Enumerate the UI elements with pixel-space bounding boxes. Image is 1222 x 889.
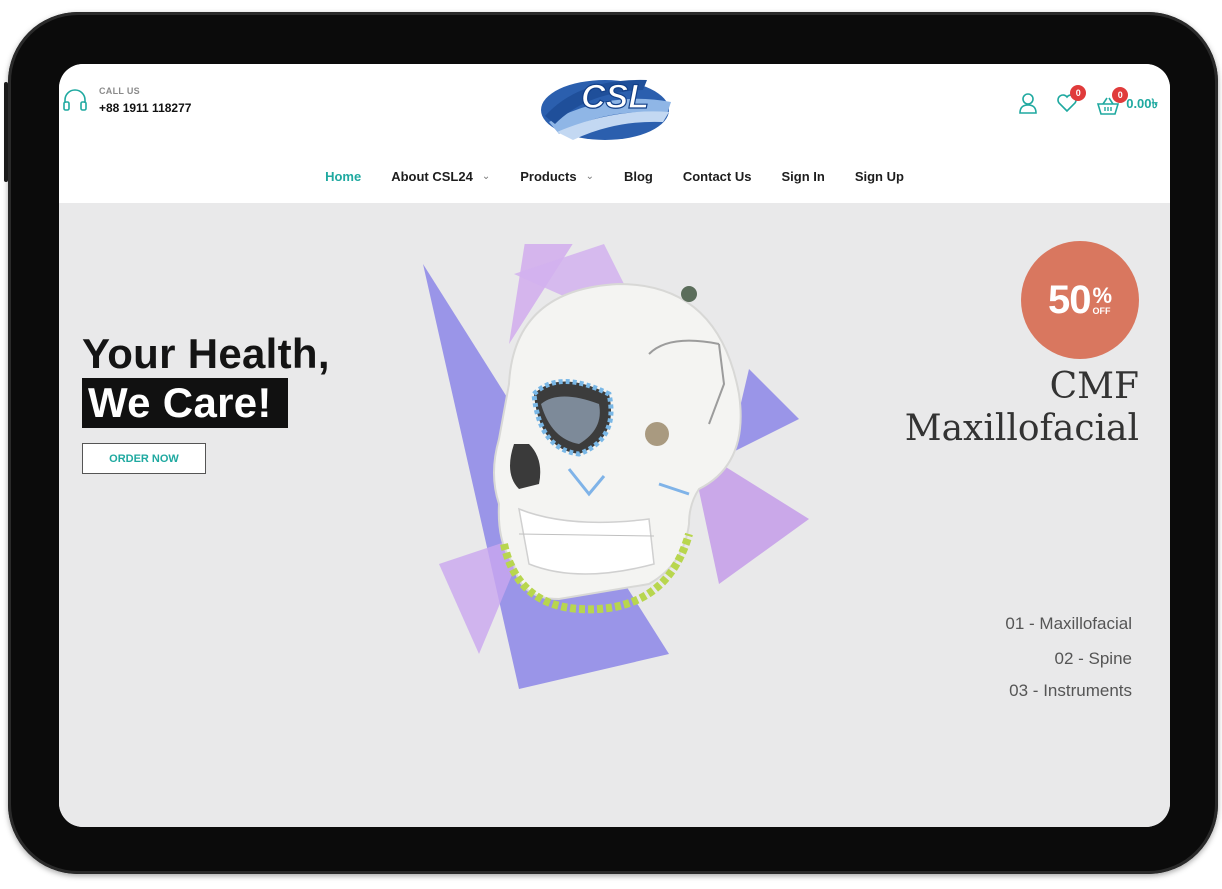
- order-now-button[interactable]: ORDER NOW: [82, 443, 206, 474]
- product-title-line-2: Maxillofacial: [904, 408, 1139, 449]
- category-instruments[interactable]: 03 - Instruments: [1009, 681, 1132, 701]
- nav-sign-up[interactable]: Sign Up: [855, 169, 904, 184]
- skull-implant-illustration: [423, 244, 809, 689]
- csl-logo[interactable]: CSL: [539, 70, 679, 142]
- nav-blog-label: Blog: [623, 169, 653, 184]
- main-nav: Home About CSL24 ⌄ Products ⌄ Blog Contact…: [59, 150, 1170, 203]
- nav-about[interactable]: About CSL24 ⌄: [391, 169, 490, 184]
- discount-badge: 50 % OFF: [1021, 241, 1139, 359]
- top-header: CALL US +88 1911 118277 CSL 0 0 0.00৳: [59, 64, 1170, 151]
- cart-total[interactable]: 0.00৳: [1126, 95, 1158, 116]
- product-title: CMF Maxillofacial: [905, 366, 1139, 450]
- category-spine[interactable]: 02 - Spine: [1055, 649, 1133, 669]
- account-button[interactable]: [1018, 92, 1038, 119]
- nav-contact-label: Contact Us: [682, 169, 752, 184]
- nav-sign-in[interactable]: Sign In: [781, 169, 824, 184]
- discount-percent-sign: %: [1092, 282, 1113, 308]
- nav-blog[interactable]: Blog: [624, 169, 653, 184]
- logo-text: CSL: [581, 78, 649, 116]
- nav-products[interactable]: Products ⌄: [520, 169, 594, 184]
- nav-sign-up-label: Sign Up: [854, 169, 904, 184]
- wishlist-button[interactable]: 0: [1056, 85, 1087, 118]
- wishlist-count-badge: 0: [1070, 85, 1087, 101]
- user-icon: [1019, 93, 1038, 114]
- nav-about-label: About CSL24: [391, 169, 473, 184]
- hero-headline: Your Health, We Care!: [82, 330, 330, 428]
- product-title-line-1: CMF: [1049, 366, 1139, 407]
- nav-contact[interactable]: Contact Us: [683, 169, 752, 184]
- nav-sign-in-label: Sign In: [781, 169, 825, 184]
- nav-products-label: Products: [520, 169, 577, 184]
- call-us-label: CALL US: [99, 86, 140, 96]
- call-us-block: CALL US +88 1911 118277: [61, 86, 191, 115]
- headline-line-2: We Care!: [82, 378, 288, 428]
- category-maxillofacial[interactable]: 01 - Maxillofacial: [1005, 614, 1132, 634]
- chevron-down-icon: ⌄: [585, 171, 594, 182]
- nav-home-label: Home: [325, 169, 362, 184]
- headset-icon: [63, 88, 87, 111]
- side-button: [4, 82, 8, 182]
- browser-screen: CALL US +88 1911 118277 CSL 0 0 0.00৳ Ho…: [59, 64, 1170, 827]
- chevron-down-icon: ⌄: [481, 171, 491, 182]
- nav-home[interactable]: Home: [325, 169, 361, 184]
- phone-number[interactable]: +88 1911 118277: [99, 101, 191, 115]
- discount-value: 50: [1047, 277, 1091, 322]
- header-actions: 0 0 0.00৳: [1004, 85, 1158, 119]
- cart-button[interactable]: 0 0.00৳: [1096, 87, 1158, 116]
- headline-line-1: Your Health,: [82, 330, 330, 377]
- discount-off-label: OFF: [1092, 305, 1111, 316]
